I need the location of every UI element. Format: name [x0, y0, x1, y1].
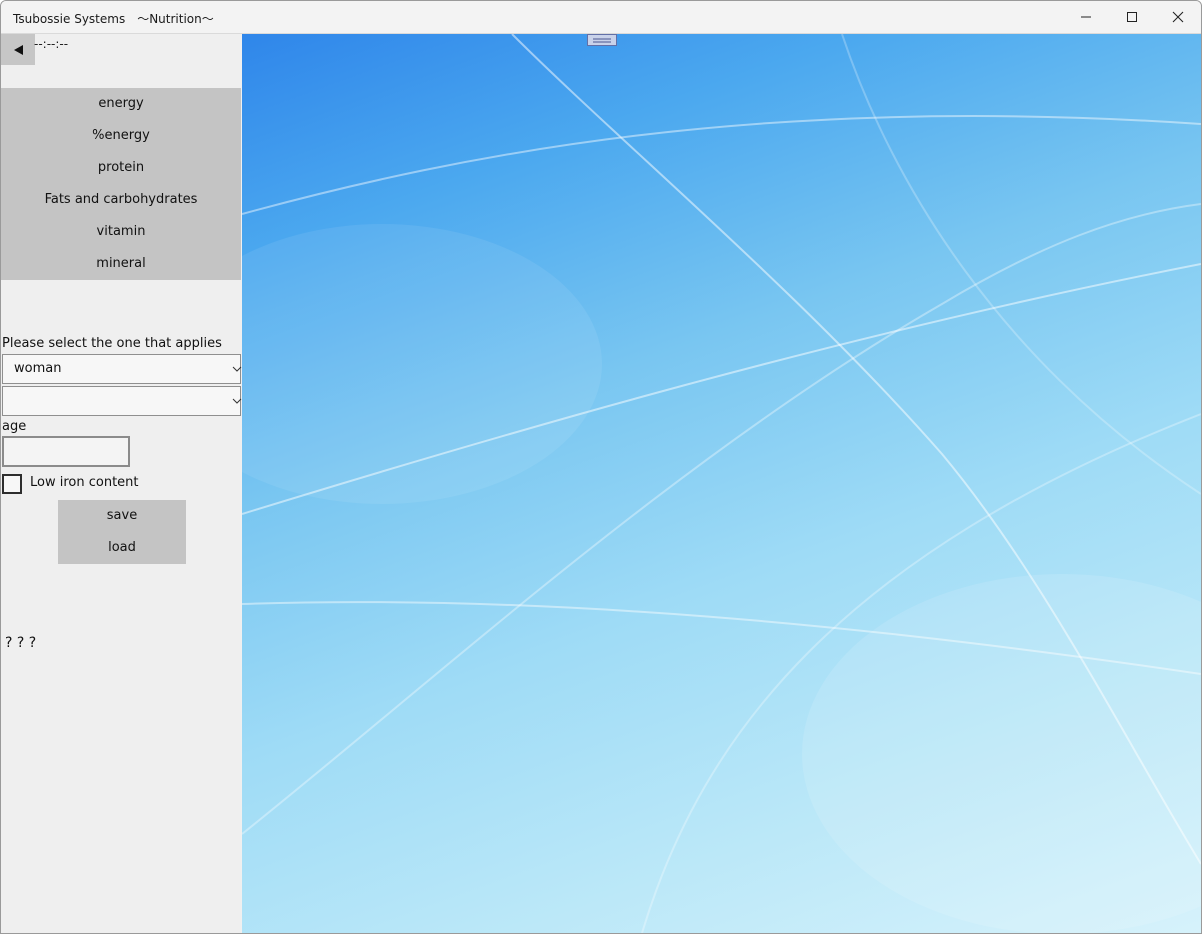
- status-text: ? ? ?: [5, 635, 37, 651]
- back-button[interactable]: [1, 34, 35, 65]
- maximize-button[interactable]: [1109, 1, 1155, 33]
- gender-select[interactable]: woman: [2, 354, 242, 384]
- low-iron-label: Low iron content: [30, 475, 139, 490]
- title-bar: Tsubossie Systems 〜Nutrition〜: [1, 1, 1201, 34]
- menu-item-fats-carbohydrates[interactable]: Fats and carbohydrates: [1, 184, 241, 216]
- window-title: Tsubossie Systems 〜Nutrition〜: [13, 12, 214, 26]
- chevron-down-icon: [232, 366, 242, 372]
- file-buttons: save load: [58, 500, 186, 564]
- time-display: --:--:--: [34, 37, 69, 51]
- panel-resize-grip[interactable]: [587, 34, 617, 46]
- left-triangle-icon: [14, 44, 23, 55]
- menu-item-percent-energy[interactable]: %energy: [1, 120, 241, 152]
- condition-select[interactable]: [2, 386, 242, 416]
- nutrient-menu: energy %energy protein Fats and carbohyd…: [1, 88, 241, 280]
- chevron-down-icon: [232, 398, 242, 404]
- maximize-icon: [1127, 12, 1137, 22]
- select-prompt: Please select the one that applies: [2, 336, 222, 351]
- minimize-button[interactable]: [1063, 1, 1109, 33]
- main-content-area: [242, 34, 1201, 933]
- app-window: Tsubossie Systems 〜Nutrition〜 --:--:-- e…: [0, 0, 1202, 934]
- sidebar: --:--:-- energy %energy protein Fats and…: [1, 34, 242, 933]
- close-icon: [1172, 11, 1184, 23]
- menu-item-protein[interactable]: protein: [1, 152, 241, 184]
- menu-item-energy[interactable]: energy: [1, 88, 241, 120]
- menu-item-vitamin[interactable]: vitamin: [1, 216, 241, 248]
- menu-item-mineral[interactable]: mineral: [1, 248, 241, 280]
- close-button[interactable]: [1155, 1, 1201, 33]
- minimize-icon: [1081, 16, 1091, 18]
- gender-select-value: woman: [14, 361, 62, 376]
- age-label: age: [2, 419, 27, 434]
- age-input[interactable]: [2, 436, 130, 467]
- save-button[interactable]: save: [58, 500, 186, 532]
- grip-lines-icon: [593, 38, 611, 42]
- low-iron-checkbox[interactable]: [2, 474, 22, 494]
- load-button[interactable]: load: [58, 532, 186, 564]
- background-waves: [242, 34, 1201, 933]
